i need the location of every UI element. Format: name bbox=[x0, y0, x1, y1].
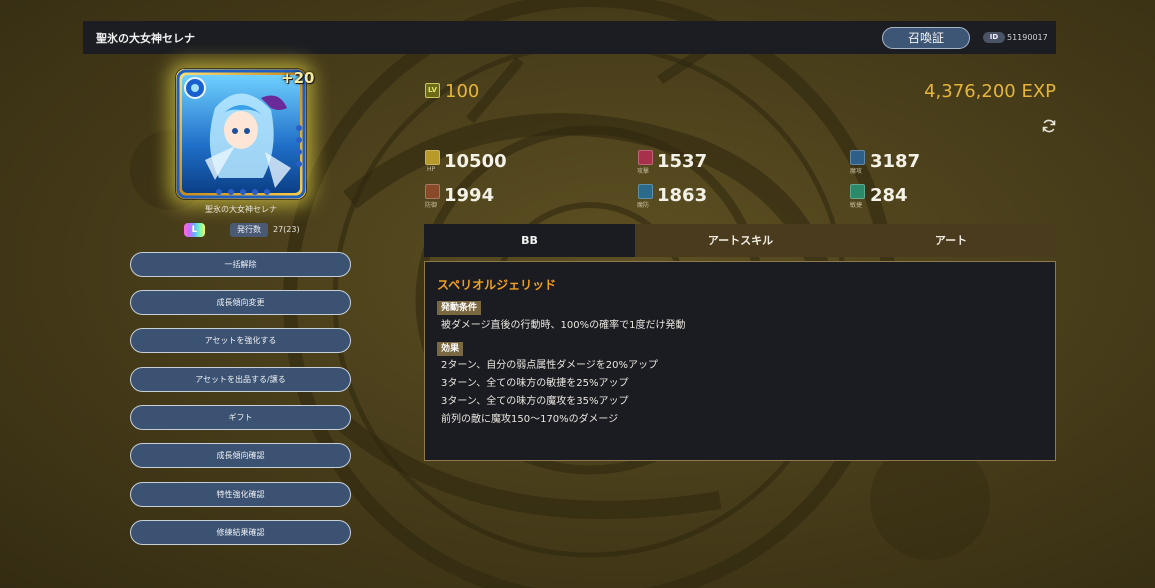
agility-sub-label: 敏捷 bbox=[850, 202, 863, 209]
magic-attack-value: 3187 bbox=[870, 151, 921, 172]
summon-certificate-button[interactable]: 召喚証 bbox=[882, 27, 970, 49]
check-growth-button[interactable]: 成長傾向確認 bbox=[130, 443, 351, 468]
agility-value: 284 bbox=[870, 185, 908, 206]
change-growth-button[interactable]: 成長傾向変更 bbox=[130, 290, 351, 315]
unit-portrait bbox=[175, 68, 307, 200]
tab-art[interactable]: アート bbox=[846, 224, 1056, 257]
effect-line: 2ターン、自分の弱点属性ダメージを20%アップ bbox=[441, 360, 658, 371]
enhance-asset-button[interactable]: アセットを強化する bbox=[130, 328, 351, 353]
magic-attack-icon bbox=[850, 150, 865, 165]
refresh-icon[interactable] bbox=[1041, 118, 1057, 134]
skill-tabs: BB アートスキル アート bbox=[424, 224, 1056, 257]
skill-panel: スペリオルジェリッド 発動条件 被ダメージ直後の行動時、100%の確率で1度だけ… bbox=[424, 261, 1056, 461]
magic-defense-icon bbox=[638, 184, 653, 199]
defense-icon bbox=[425, 184, 440, 199]
trigger-condition-text: 被ダメージ直後の行動時、100%の確率で1度だけ発動 bbox=[441, 320, 686, 331]
magic-defense-value: 1863 bbox=[657, 185, 708, 206]
plus-level-badge: +20 bbox=[281, 69, 315, 87]
hp-icon bbox=[425, 150, 440, 165]
page-title: 聖氷の大女神セレナ bbox=[96, 32, 195, 45]
magic-attack-sub-label: 魔攻 bbox=[850, 168, 863, 175]
effect-tag: 効果 bbox=[437, 342, 464, 356]
magic-defense-sub-label: 魔防 bbox=[637, 202, 650, 209]
hp-value: 10500 bbox=[444, 151, 507, 172]
id-value: 51190017 bbox=[1007, 33, 1048, 42]
gift-button[interactable]: ギフト bbox=[130, 405, 351, 430]
check-training-result-button[interactable]: 修練結果確認 bbox=[130, 520, 351, 545]
trigger-condition-tag: 発動条件 bbox=[437, 301, 482, 315]
attack-icon bbox=[638, 150, 653, 165]
release-all-button[interactable]: 一括解除 bbox=[130, 252, 351, 277]
issue-count-value: 27(23) bbox=[273, 225, 300, 234]
header-bar: 聖氷の大女神セレナ 召喚証 ID 51190017 bbox=[83, 21, 1056, 54]
exp-value: 4,376,200 EXP bbox=[924, 81, 1056, 102]
hp-sub-label: HP bbox=[427, 166, 436, 173]
level-icon: LV bbox=[425, 83, 440, 98]
issue-count-label: 発行数 bbox=[230, 223, 268, 237]
id-badge: ID bbox=[983, 32, 1005, 43]
unit-portrait-icon bbox=[176, 69, 306, 199]
effect-line: 3ターン、全ての味方の敏捷を25%アップ bbox=[441, 378, 629, 389]
level-value: 100 bbox=[445, 81, 480, 102]
skill-name: スペリオルジェリッド bbox=[437, 278, 557, 292]
defense-sub-label: 防御 bbox=[425, 202, 438, 209]
list-transfer-asset-button[interactable]: アセットを出品する/譲る bbox=[130, 367, 351, 392]
effect-line: 前列の敵に魔攻150～170%のダメージ bbox=[441, 414, 619, 425]
tab-bb[interactable]: BB bbox=[424, 224, 635, 257]
attack-value: 1537 bbox=[657, 151, 708, 172]
unit-name-caption: 聖氷の大女神セレナ bbox=[205, 205, 277, 214]
attack-sub-label: 攻撃 bbox=[637, 168, 650, 175]
defense-value: 1994 bbox=[444, 185, 495, 206]
rarity-badge: L bbox=[184, 223, 205, 237]
effect-line: 3ターン、全ての味方の魔攻を35%アップ bbox=[441, 396, 629, 407]
check-trait-enhance-button[interactable]: 特性強化確認 bbox=[130, 482, 351, 507]
tab-art-skill[interactable]: アートスキル bbox=[635, 224, 846, 257]
agility-icon bbox=[850, 184, 865, 199]
